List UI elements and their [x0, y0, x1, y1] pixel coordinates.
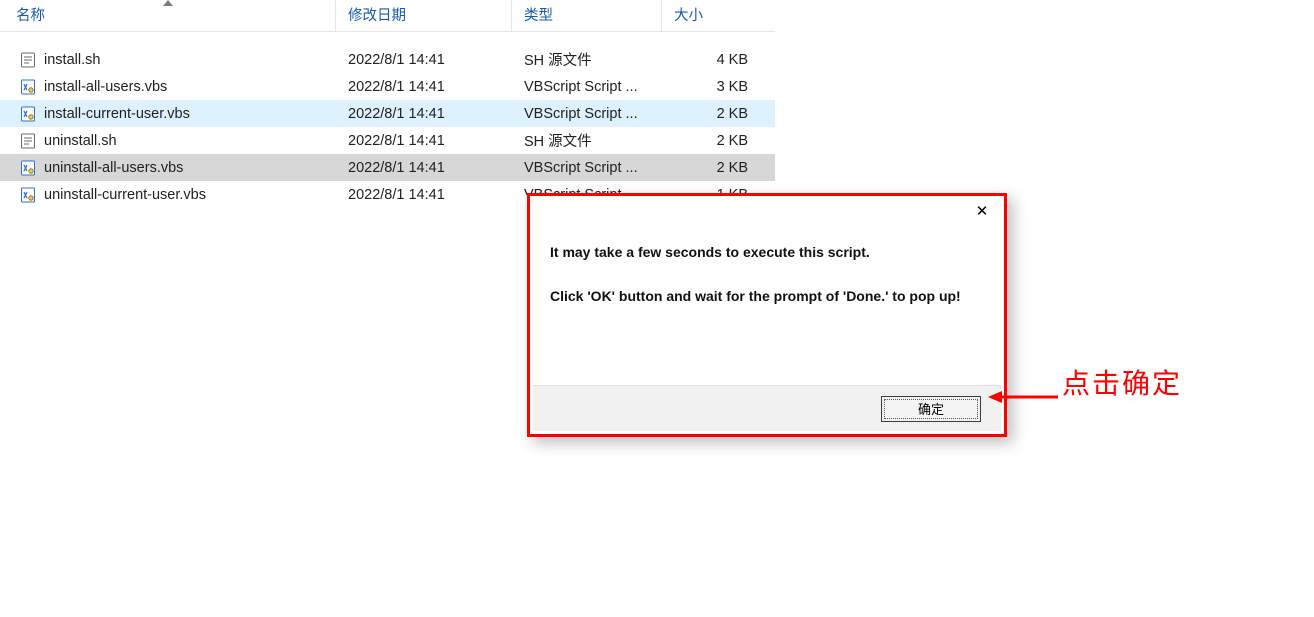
ok-button[interactable]: 确定: [881, 396, 981, 422]
file-name-cell: install-all-users.vbs: [0, 79, 336, 95]
file-name: install.sh: [44, 52, 100, 68]
file-size: 3 KB: [662, 79, 762, 95]
close-button[interactable]: ✕: [960, 196, 1004, 226]
file-name: uninstall-current-user.vbs: [44, 187, 206, 203]
file-name-cell: uninstall.sh: [0, 133, 336, 149]
sh-file-icon: [20, 133, 36, 149]
vbs-file-icon: [20, 187, 36, 203]
file-name: uninstall-all-users.vbs: [44, 160, 183, 176]
file-row[interactable]: uninstall-all-users.vbs 2022/8/1 14:41VBS…: [0, 154, 775, 181]
column-header-date[interactable]: 修改日期: [336, 0, 512, 32]
file-type: SH 源文件: [512, 49, 662, 70]
sh-file-icon: [20, 52, 36, 68]
column-header-name-label: 名称: [16, 8, 45, 24]
column-headers: 名称 修改日期 类型 大小: [0, 0, 775, 32]
file-row[interactable]: install-all-users.vbs 2022/8/1 14:41VBScr…: [0, 73, 775, 100]
file-date: 2022/8/1 14:41: [336, 79, 512, 95]
file-type: SH 源文件: [512, 130, 662, 151]
file-row[interactable]: uninstall.sh 2022/8/1 14:41SH 源文件2 KB: [0, 127, 775, 154]
file-type: VBScript Script ...: [512, 106, 662, 122]
file-name-cell: install.sh: [0, 52, 336, 68]
file-date: 2022/8/1 14:41: [336, 133, 512, 149]
dialog-message-line2: Click 'OK' button and wait for the promp…: [550, 286, 984, 306]
file-row[interactable]: install.sh 2022/8/1 14:41SH 源文件4 KB: [0, 46, 775, 73]
dialog-message-line1: It may take a few seconds to execute thi…: [550, 242, 984, 262]
file-row[interactable]: install-current-user.vbs 2022/8/1 14:41VB…: [0, 100, 775, 127]
annotation-arrow-icon: [988, 390, 1058, 404]
file-date: 2022/8/1 14:41: [336, 187, 512, 203]
file-name: uninstall.sh: [44, 133, 117, 149]
file-list: install.sh2022/8/1 14:41SH 源文件4 KBinstal…: [0, 32, 775, 208]
file-size: 2 KB: [662, 106, 762, 122]
sort-ascending-icon: [163, 0, 173, 6]
file-size: 2 KB: [662, 160, 762, 176]
script-confirm-dialog: ✕ It may take a few seconds to execute t…: [527, 193, 1007, 437]
file-type: VBScript Script ...: [512, 160, 662, 176]
column-header-size[interactable]: 大小: [662, 0, 762, 32]
file-date: 2022/8/1 14:41: [336, 52, 512, 68]
dialog-titlebar: ✕: [530, 196, 1004, 228]
file-date: 2022/8/1 14:41: [336, 106, 512, 122]
close-icon: ✕: [976, 202, 989, 220]
file-name-cell: uninstall-all-users.vbs: [0, 160, 336, 176]
file-name: install-all-users.vbs: [44, 79, 167, 95]
column-header-type[interactable]: 类型: [512, 0, 662, 32]
file-name-cell: install-current-user.vbs: [0, 106, 336, 122]
file-type: VBScript Script ...: [512, 79, 662, 95]
annotation-text: 点击确定: [1062, 362, 1182, 402]
dialog-footer: 确定: [533, 385, 1001, 431]
vbs-file-icon: [20, 79, 36, 95]
file-size: 2 KB: [662, 133, 762, 149]
dialog-body: It may take a few seconds to execute thi…: [530, 228, 1004, 307]
column-header-name[interactable]: 名称: [0, 0, 336, 32]
file-size: 4 KB: [662, 52, 762, 68]
file-name-cell: uninstall-current-user.vbs: [0, 187, 336, 203]
vbs-file-icon: [20, 160, 36, 176]
file-date: 2022/8/1 14:41: [336, 160, 512, 176]
file-name: install-current-user.vbs: [44, 106, 190, 122]
vbs-file-icon: [20, 106, 36, 122]
